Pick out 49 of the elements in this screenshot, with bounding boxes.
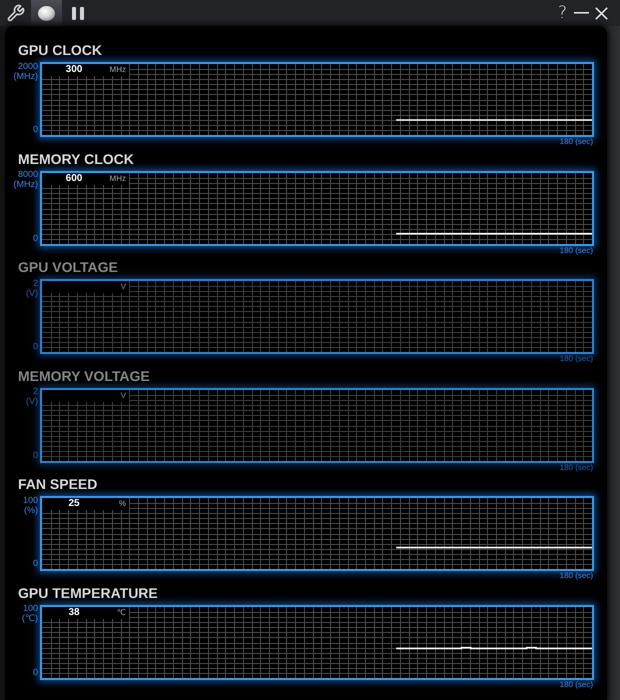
panel-title: FAN SPEED [18, 476, 98, 492]
y-tick-label: 8000 [18, 170, 38, 180]
y-axis-label: (℃) [22, 614, 38, 624]
y-tick-label: 0 [32, 450, 38, 460]
y-tick-label: 0 [32, 234, 38, 243]
y-tick-label: 0 [32, 668, 38, 677]
y-tick-label: 0 [32, 342, 38, 352]
wrench-icon [6, 4, 24, 22]
help-button[interactable]: ? [558, 2, 567, 24]
sphere-icon [38, 6, 55, 20]
panel-title: MEMORY VOLTAGE [18, 368, 150, 384]
close-button[interactable] [595, 6, 608, 20]
y-axis-label: (V) [26, 288, 38, 298]
y-axis-label: (%) [24, 506, 38, 515]
minimize-button[interactable] [574, 12, 589, 14]
unit-label: ℃ [117, 606, 126, 619]
unit-label: V [120, 390, 126, 402]
y-tick-label: 2 [32, 387, 38, 396]
x-axis-label: 180 (sec) [560, 246, 593, 256]
x-axis-label: 180 (sec) [560, 462, 593, 473]
y-tick-label: 100 [22, 496, 38, 505]
minimize-icon [574, 12, 589, 14]
y-axis-label: (V) [26, 397, 38, 406]
x-axis-label: 180 (sec) [560, 137, 593, 147]
y-tick-label: 0 [32, 559, 38, 568]
unit-label: MHz [110, 172, 126, 185]
y-tick-label: 2000 [18, 62, 38, 70]
pause-icon [72, 6, 84, 20]
readout-value: 300 [66, 64, 82, 76]
x-axis-label: 180 (sec) [560, 354, 593, 364]
readout-value: 38 [68, 606, 80, 619]
readout-value: 600 [66, 172, 82, 185]
y-tick-label: 0 [32, 125, 38, 134]
x-axis-label: 180 (sec) [560, 571, 593, 582]
x-axis-label: 180 (sec) [560, 680, 593, 690]
panel-title: MEMORY CLOCK [18, 150, 134, 167]
unit-label: MHz [110, 64, 126, 76]
unit-label: % [118, 498, 126, 510]
readout-value: 25 [68, 498, 80, 510]
y-axis-label: (MHz) [14, 72, 38, 80]
panel-title: GPU VOLTAGE [18, 259, 118, 276]
close-icon [595, 6, 608, 20]
y-axis-label: (MHz) [14, 180, 38, 190]
y-tick-label: 2 [32, 278, 38, 288]
toolbar-tab[interactable] [31, 0, 62, 26]
unit-label: V [120, 281, 126, 294]
y-tick-label: 100 [22, 604, 38, 614]
panel-title: GPU TEMPERATURE [18, 584, 158, 601]
panel-title: GPU CLOCK [18, 42, 102, 58]
